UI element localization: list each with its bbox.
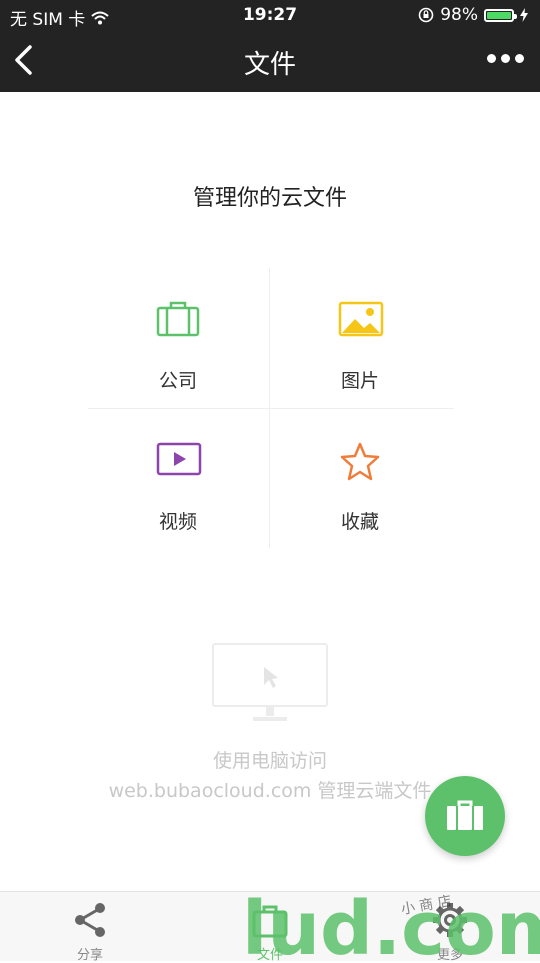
- battery-icon: [484, 8, 517, 22]
- tab-label: 分享: [76, 948, 103, 963]
- watermark-logo: lud.com 小 商 店: [242, 892, 540, 960]
- video-icon: [156, 442, 202, 476]
- category-company[interactable]: 公司: [88, 268, 268, 408]
- category-label: 公司: [158, 370, 197, 392]
- watermark-text: lud.com: [242, 892, 540, 960]
- share-icon: [75, 903, 105, 937]
- category-label: 视频: [158, 511, 197, 533]
- more-dot: [487, 54, 496, 63]
- briefcase-icon: [447, 800, 483, 830]
- page-title: 文件: [243, 50, 296, 80]
- promo-line-1: 使用电脑访问: [212, 750, 327, 772]
- briefcase-icon: [156, 301, 200, 337]
- battery-fill: [487, 11, 511, 19]
- nav-bar: 文件: [0, 30, 540, 92]
- more-dot: [515, 54, 524, 63]
- tab-share[interactable]: 分享: [0, 892, 180, 963]
- more-dot: [501, 54, 510, 63]
- charging-bolt-icon: [520, 8, 528, 22]
- battery-percent: 98%: [440, 5, 478, 25]
- star-icon: [340, 442, 380, 481]
- upload-fab-button[interactable]: [425, 776, 505, 856]
- status-right: 98%: [418, 5, 528, 25]
- category-images[interactable]: 图片: [270, 268, 450, 408]
- rotation-lock-icon: [418, 7, 434, 23]
- category-grid: 公司 图片 视频 收藏: [88, 268, 454, 548]
- more-button[interactable]: [487, 54, 524, 63]
- category-label: 图片: [340, 370, 379, 392]
- category-label: 收藏: [340, 511, 379, 533]
- category-videos[interactable]: 视频: [88, 409, 268, 549]
- category-favorites[interactable]: 收藏: [270, 409, 450, 549]
- status-bar: 无 SIM 卡 19:27 98%: [0, 0, 540, 30]
- image-icon: [338, 301, 384, 337]
- battery-tip: [514, 13, 517, 19]
- monitor-icon: [212, 643, 328, 721]
- section-heading: 管理你的云文件: [192, 186, 347, 211]
